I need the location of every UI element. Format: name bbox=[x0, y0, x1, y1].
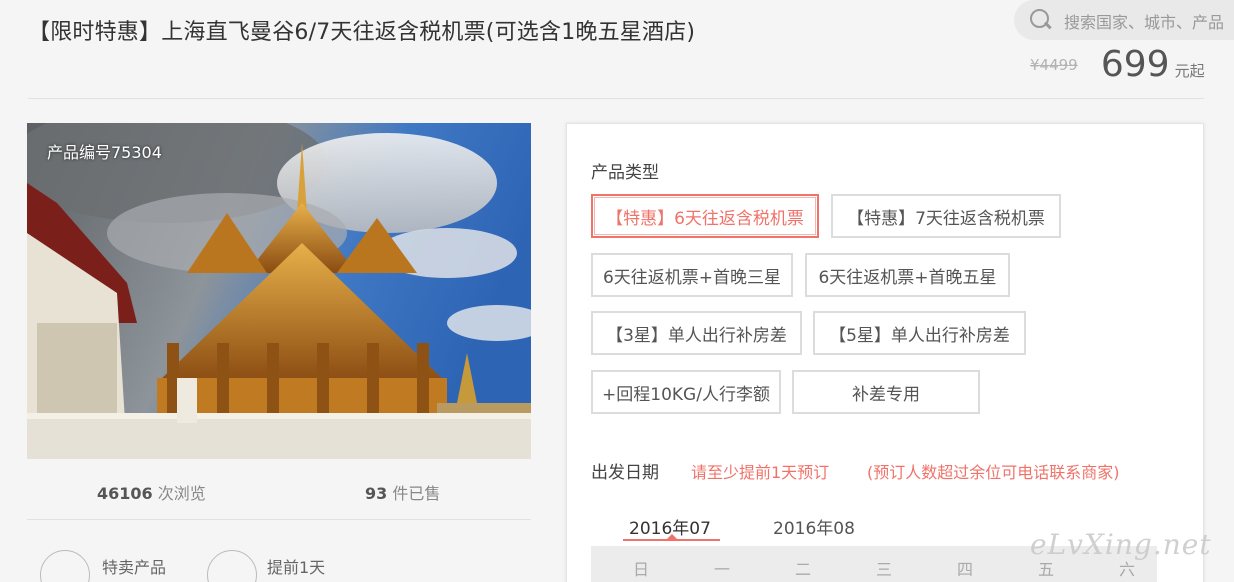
active-month-indicator bbox=[623, 539, 720, 541]
view-count: 46106 次浏览 bbox=[97, 480, 206, 504]
view-count-label: 次浏览 bbox=[157, 484, 206, 503]
price-block: ¥4499 699 元起 bbox=[1030, 44, 1205, 85]
stats-divider bbox=[27, 519, 531, 520]
month-tab-2016-08[interactable]: 2016年08 bbox=[773, 514, 855, 539]
header-divider bbox=[28, 98, 1204, 99]
feature-label: 提前1天 bbox=[267, 558, 326, 577]
option-button[interactable]: 【5星】单人出行补房差 bbox=[813, 311, 1026, 355]
page-title: 【限时特惠】上海直飞曼谷6/7天往返含税机票(可选含1晚五星酒店) bbox=[28, 20, 696, 45]
view-count-value: 46106 bbox=[97, 484, 153, 503]
current-price: 699 bbox=[1100, 44, 1170, 85]
feature-label: 特卖产品 bbox=[102, 558, 167, 577]
product-image: 产品编号75304 bbox=[27, 123, 531, 459]
weekday-label: 一 bbox=[714, 560, 731, 579]
option-button[interactable]: +回程10KG/人行李额 bbox=[591, 370, 781, 414]
product-type-title: 产品类型 bbox=[591, 163, 659, 183]
option-button[interactable]: 补差专用 bbox=[792, 370, 980, 414]
product-id: 产品编号75304 bbox=[47, 143, 162, 162]
weekday-label: 二 bbox=[795, 560, 812, 579]
search-input[interactable]: 搜索国家、城市、产品 bbox=[1064, 9, 1224, 33]
option-button[interactable]: 【3星】单人出行补房差 bbox=[591, 311, 802, 355]
advance-notice: 请至少提前1天预订 bbox=[691, 463, 830, 482]
weekday-label: 三 bbox=[876, 560, 893, 579]
capacity-notice: (预订人数超过余位可电话联系商家) bbox=[867, 463, 1120, 482]
option-button[interactable]: 【特惠】6天往返含税机票 bbox=[591, 194, 819, 238]
sold-count-value: 93 bbox=[365, 484, 388, 503]
option-button[interactable]: 6天往返机票+首晚三星 bbox=[591, 253, 793, 297]
option-button[interactable]: 6天往返机票+首晚五星 bbox=[805, 253, 1010, 297]
clock-icon bbox=[207, 550, 257, 582]
departure-date-title: 出发日期 bbox=[591, 463, 659, 483]
original-price: ¥4499 bbox=[1030, 56, 1078, 74]
search-box[interactable]: 搜索国家、城市、产品 bbox=[1014, 0, 1234, 40]
watermark: eLvXing.net bbox=[1030, 528, 1212, 561]
price-unit: 元起 bbox=[1174, 62, 1205, 80]
sold-count: 93 件已售 bbox=[365, 480, 440, 504]
temple-photo bbox=[27, 123, 531, 459]
weekday-label: 四 bbox=[957, 560, 974, 579]
weekday-label: 日 bbox=[633, 560, 650, 579]
search-icon[interactable] bbox=[1030, 9, 1052, 31]
caret-up-icon bbox=[667, 534, 677, 539]
option-button[interactable]: 【特惠】7天往返含税机票 bbox=[831, 194, 1061, 238]
tag-icon bbox=[40, 550, 90, 582]
sold-count-label: 件已售 bbox=[392, 484, 441, 503]
booking-panel: 产品类型 【特惠】6天往返含税机票 【特惠】7天往返含税机票 6天往返机票+首晚… bbox=[566, 123, 1204, 582]
product-stats: 46106 次浏览 93 件已售 bbox=[27, 480, 531, 504]
